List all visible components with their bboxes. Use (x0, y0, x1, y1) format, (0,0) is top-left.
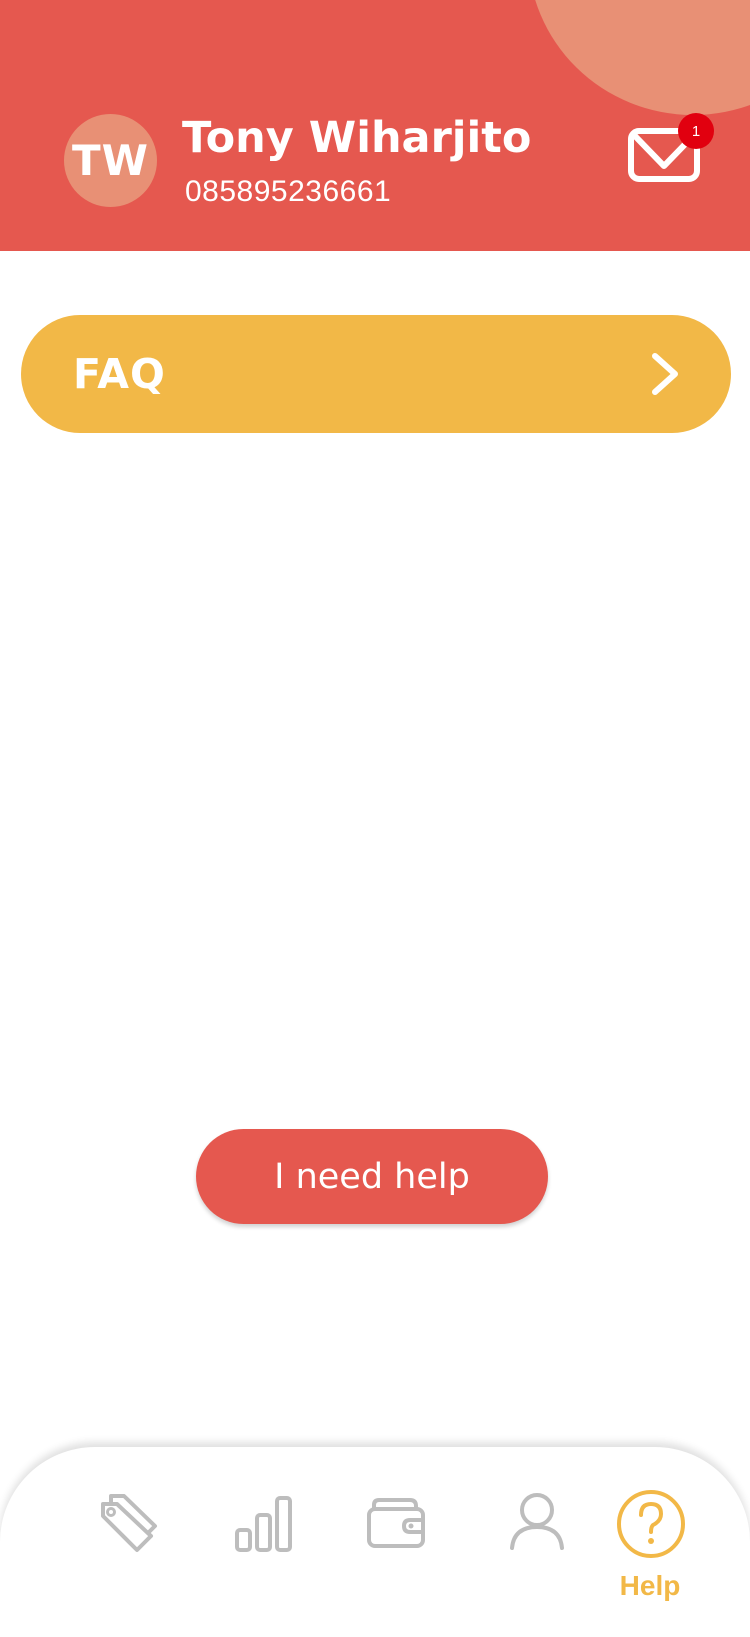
unread-badge: 1 (678, 113, 714, 149)
nav-item-help[interactable] (615, 1488, 687, 1560)
header-decoration (528, 0, 750, 115)
user-name: Tony Wiharjito (182, 113, 532, 163)
nav-item-wallet[interactable] (366, 1497, 428, 1549)
user-icon (510, 1493, 564, 1550)
nav-item-help-label: Help (619, 1570, 681, 1601)
wallet-icon (367, 1498, 425, 1548)
nav-item-statistics[interactable] (234, 1494, 294, 1554)
nav-item-profile[interactable] (508, 1491, 566, 1551)
chevron-right-icon (652, 353, 678, 395)
user-phone: 085895236661 (185, 175, 392, 208)
nav-item-promotions[interactable] (97, 1490, 161, 1556)
help-icon (617, 1490, 685, 1558)
i-need-help-button[interactable]: I need help (196, 1129, 548, 1224)
faq-label: FAQ (73, 350, 166, 398)
tags-icon (101, 1494, 157, 1552)
avatar: TW (64, 114, 157, 207)
bar-chart-icon (235, 1496, 292, 1552)
faq-button[interactable]: FAQ (21, 315, 731, 433)
